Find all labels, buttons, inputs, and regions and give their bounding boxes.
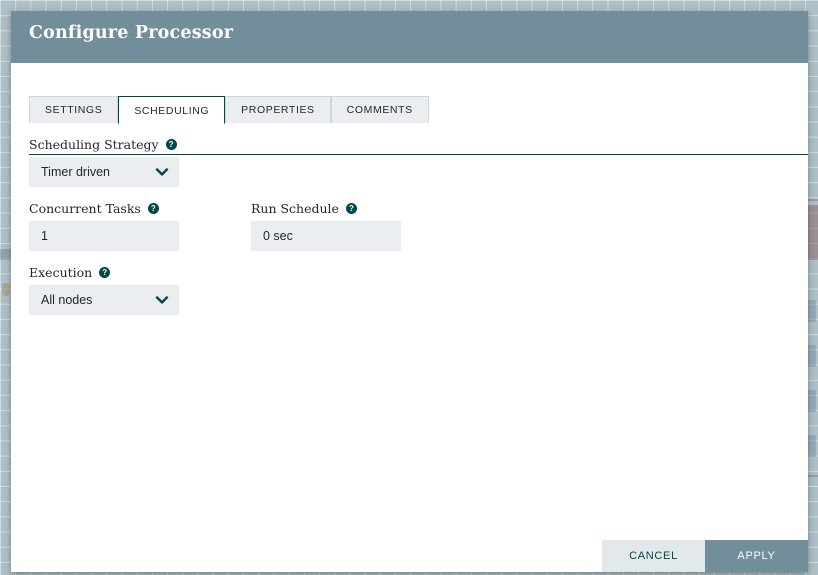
run-schedule-label: Run Schedule ? xyxy=(251,200,401,216)
help-circle-icon[interactable]: ? xyxy=(147,202,159,214)
tab-bar: SETTINGS SCHEDULING PROPERTIES COMMENTS xyxy=(29,95,808,155)
scheduling-strategy-label-text: Scheduling Strategy xyxy=(29,136,159,152)
execution-value: All nodes xyxy=(41,293,93,307)
run-schedule-value: 0 sec xyxy=(263,229,293,243)
tab-settings[interactable]: SETTINGS xyxy=(29,96,119,123)
canvas-shape-left-icon xyxy=(2,283,10,296)
run-schedule-input[interactable]: 0 sec xyxy=(251,221,401,251)
concurrent-tasks-input[interactable]: 1 xyxy=(29,221,179,251)
run-schedule-label-text: Run Schedule xyxy=(251,200,339,216)
field-execution: Execution ? All nodes xyxy=(29,264,179,315)
help-circle-icon[interactable]: ? xyxy=(345,202,357,214)
concurrent-tasks-label: Concurrent Tasks ? xyxy=(29,200,179,216)
help-circle-icon[interactable]: ? xyxy=(165,138,177,150)
tab-scheduling[interactable]: SCHEDULING xyxy=(118,96,226,124)
execution-label: Execution ? xyxy=(29,264,179,280)
concurrent-tasks-label-text: Concurrent Tasks xyxy=(29,200,141,216)
execution-select[interactable]: All nodes xyxy=(29,285,179,315)
field-scheduling-strategy: Scheduling Strategy ? Timer driven xyxy=(29,136,179,187)
page-title: Configure Processor xyxy=(29,23,234,43)
execution-label-text: Execution xyxy=(29,264,93,280)
tab-bar-underline xyxy=(29,154,808,155)
dialog-footer: CANCEL APPLY xyxy=(602,540,808,572)
dialog-header: Configure Processor xyxy=(11,11,808,63)
help-circle-icon[interactable]: ? xyxy=(99,266,111,278)
canvas-shape-left-text xyxy=(0,249,11,260)
scheduling-strategy-label: Scheduling Strategy ? xyxy=(29,136,179,152)
configure-processor-dialog: Configure Processor SETTINGS SCHEDULING … xyxy=(11,11,808,572)
chevron-down-icon xyxy=(155,293,169,307)
concurrent-tasks-value: 1 xyxy=(41,229,48,243)
dialog-body: SETTINGS SCHEDULING PROPERTIES COMMENTS … xyxy=(11,63,808,572)
field-concurrent-tasks: Concurrent Tasks ? 1 xyxy=(29,200,179,251)
scheduling-strategy-value: Timer driven xyxy=(41,165,110,179)
scheduling-strategy-select[interactable]: Timer driven xyxy=(29,157,179,187)
tab-comments[interactable]: COMMENTS xyxy=(330,96,429,123)
apply-button[interactable]: APPLY xyxy=(705,540,808,572)
cancel-button[interactable]: CANCEL xyxy=(602,540,705,572)
tab-properties[interactable]: PROPERTIES xyxy=(225,96,331,123)
tab-list: SETTINGS SCHEDULING PROPERTIES COMMENTS xyxy=(29,95,808,124)
field-run-schedule: Run Schedule ? 0 sec xyxy=(251,200,401,251)
chevron-down-icon xyxy=(155,165,169,179)
